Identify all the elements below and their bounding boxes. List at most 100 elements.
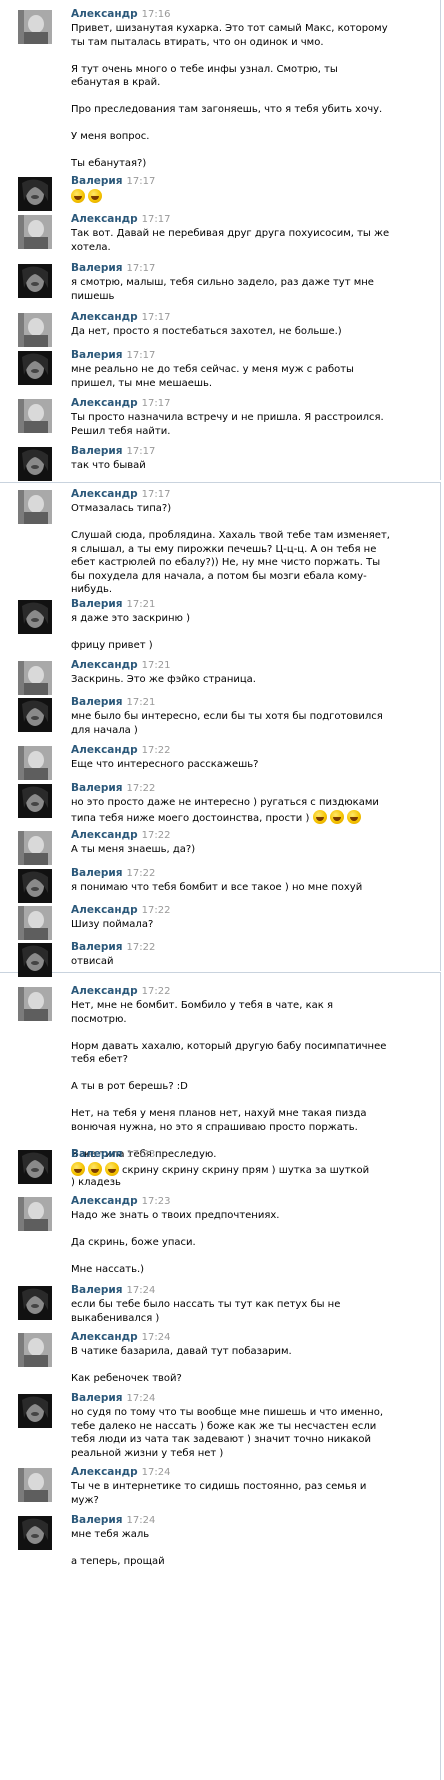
message-text-line: вонючая нужна, но это я спрашиваю просто… xyxy=(71,1121,358,1133)
message-text-line: для начала ) xyxy=(71,724,138,736)
message-text-line: А ты в рот берешь? :D xyxy=(71,1081,188,1092)
author-name[interactable]: Александр xyxy=(71,1466,138,1478)
smile-emoji-icon xyxy=(71,1162,85,1176)
message-text-line: Еще что интересного расскажешь? xyxy=(71,759,259,770)
message-header: Валерия 17:24 xyxy=(71,1514,155,1527)
author-name[interactable]: Александр xyxy=(71,1331,138,1343)
avatar[interactable] xyxy=(18,490,52,524)
message-text: типа тебя ниже моего достоинства, прости… xyxy=(71,812,310,824)
avatar[interactable] xyxy=(18,1468,52,1502)
message-text-line: я даже это заскриню ) xyxy=(71,613,191,624)
message-time: 17:22 xyxy=(141,830,171,841)
message-panel xyxy=(0,972,441,1780)
message-time: 17:17 xyxy=(126,176,156,187)
author-name[interactable]: Валерия xyxy=(71,1284,123,1296)
author-name[interactable]: Валерия xyxy=(71,445,123,457)
message-text-line: Как ребеночек твой? xyxy=(71,1373,182,1384)
message-text-line: Отмазалась типа?) xyxy=(71,503,172,514)
message-text-line: Я тут очень много о тебе инфы узнал. Смо… xyxy=(71,63,338,75)
avatar[interactable] xyxy=(18,399,52,433)
author-name[interactable]: Александр xyxy=(71,8,138,20)
message-text-line: если бы тебе было нассать ты тут как пет… xyxy=(71,1299,341,1310)
author-name[interactable]: Валерия xyxy=(71,867,123,879)
message-text-line: Нет, на тебя у меня планов нет, нахуй мн… xyxy=(71,1108,367,1119)
message-time: 17:17 xyxy=(126,446,156,457)
avatar[interactable] xyxy=(18,746,52,780)
avatar[interactable] xyxy=(18,1394,52,1428)
message-text-line: Норм давать хахалю, который другую бабу … xyxy=(71,1040,387,1052)
author-name[interactable]: Валерия xyxy=(71,175,123,187)
avatar[interactable] xyxy=(18,313,52,347)
message-text-line: ебанутая в край. xyxy=(71,77,161,88)
avatar[interactable] xyxy=(18,1150,52,1184)
author-name[interactable]: Александр xyxy=(71,213,138,225)
message-header: Валерия 17:21 xyxy=(71,598,155,611)
avatar[interactable] xyxy=(18,600,52,634)
author-name[interactable]: Валерия xyxy=(71,696,123,708)
author-name[interactable]: Александр xyxy=(71,985,138,997)
smile-emoji-icon xyxy=(346,809,361,824)
message-text-line: Шизу поймала? xyxy=(71,919,154,930)
avatar[interactable] xyxy=(18,943,52,977)
message-header: Валерия 17:17 xyxy=(71,445,155,458)
author-name[interactable]: Александр xyxy=(71,311,138,323)
message-time: 17:21 xyxy=(126,697,156,708)
author-name[interactable]: Валерия xyxy=(71,262,123,274)
message-text-line: мне реально не до тебя сейчас. у меня му… xyxy=(71,364,354,375)
author-name[interactable]: Александр xyxy=(71,829,138,841)
author-name[interactable]: Александр xyxy=(71,397,138,409)
smile-emoji-icon xyxy=(105,1162,119,1176)
message-time: 17:24 xyxy=(126,1285,156,1296)
avatar[interactable] xyxy=(18,177,52,211)
author-name[interactable]: Валерия xyxy=(71,349,123,361)
message-header: Валерия 17:22 xyxy=(71,782,155,795)
message-text-line: бы похудела для начала, а потом бы мозги… xyxy=(71,570,367,582)
message-time: 17:21 xyxy=(126,599,156,610)
message-header: Валерия 17:24 xyxy=(71,1392,155,1405)
message-text-line: тебя люди из чата так задевают ) значит … xyxy=(71,1434,372,1445)
message-header: Валерия 17:22 xyxy=(71,867,155,880)
avatar[interactable] xyxy=(18,10,52,44)
message-time: 17:16 xyxy=(141,9,171,20)
avatar[interactable] xyxy=(18,264,52,298)
message-time: 17:22 xyxy=(141,986,171,997)
avatar[interactable] xyxy=(18,698,52,732)
avatar[interactable] xyxy=(18,351,52,385)
message-text-line: Мне нассать.) xyxy=(71,1264,145,1275)
author-name[interactable]: Валерия xyxy=(71,1392,123,1404)
author-name[interactable]: Александр xyxy=(71,744,138,756)
avatar[interactable] xyxy=(18,1286,52,1320)
smile-emoji-icon xyxy=(312,809,327,824)
author-name[interactable]: Александр xyxy=(71,488,138,500)
avatar[interactable] xyxy=(18,661,52,695)
message-time: 17:22 xyxy=(141,745,171,756)
message-text-line: фрицу привет ) xyxy=(71,640,153,651)
author-name[interactable]: Александр xyxy=(71,659,138,671)
avatar[interactable] xyxy=(18,1333,52,1367)
avatar[interactable] xyxy=(18,987,52,1021)
avatar[interactable] xyxy=(18,831,52,865)
avatar[interactable] xyxy=(18,784,52,818)
author-name[interactable]: Валерия xyxy=(71,1514,123,1526)
avatar[interactable] xyxy=(18,215,52,249)
message-text-line: ) кладезь xyxy=(71,1176,121,1188)
avatar[interactable] xyxy=(18,869,52,903)
avatar[interactable] xyxy=(18,447,52,481)
avatar[interactable] xyxy=(18,906,52,940)
message-time: 17:17 xyxy=(141,312,171,323)
author-name[interactable]: Александр xyxy=(71,904,138,916)
message-header: Валерия 17:21 xyxy=(71,696,155,709)
author-name[interactable]: Александр xyxy=(71,1195,138,1207)
message-header: Валерия 17:24 xyxy=(71,1284,155,1297)
message-header: Александр 17:23 xyxy=(71,1195,170,1208)
message-time: 17:22 xyxy=(141,905,171,916)
message-header: Александр 17:17 xyxy=(71,397,170,410)
author-name[interactable]: Валерия xyxy=(71,598,123,610)
author-name[interactable]: Валерия xyxy=(71,941,123,953)
author-name[interactable]: Валерия xyxy=(71,782,123,794)
avatar[interactable] xyxy=(18,1197,52,1231)
message-text-line: Решил тебя найти. xyxy=(71,425,171,437)
avatar[interactable] xyxy=(18,1516,52,1550)
message-text-line: отвисай xyxy=(71,956,114,967)
author-name[interactable]: Валерия xyxy=(71,1148,123,1160)
